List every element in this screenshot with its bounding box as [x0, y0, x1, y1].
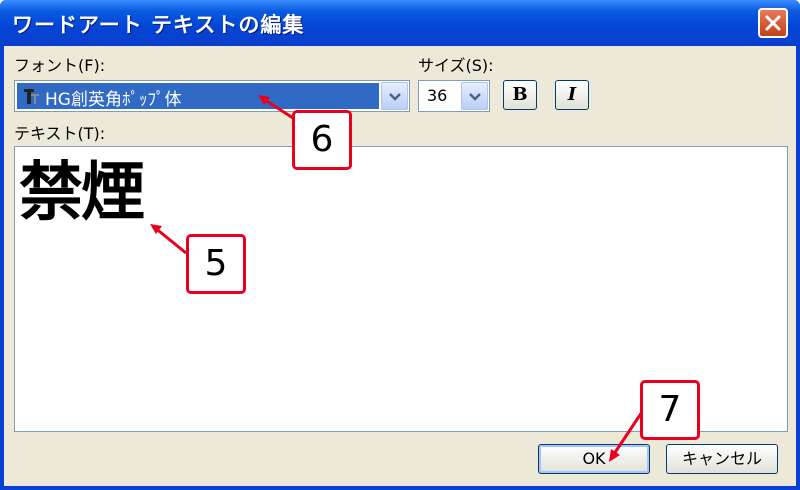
cancel-button[interactable]: キャンセル	[666, 444, 778, 474]
chevron-down-icon	[389, 93, 401, 101]
bold-button[interactable]: B	[503, 80, 537, 110]
font-label: フォント(F):	[14, 56, 106, 75]
callout-step-6: 6	[292, 110, 352, 170]
close-icon	[765, 15, 781, 31]
font-combobox[interactable]: HG創英角ﾎﾟｯﾌﾟ体	[14, 80, 410, 112]
truetype-font-icon	[24, 89, 39, 104]
callout-step-5: 5	[186, 234, 246, 294]
size-dropdown-button[interactable]	[461, 82, 488, 110]
size-label: サイズ(S):	[418, 56, 494, 75]
font-dropdown-button[interactable]	[381, 82, 408, 110]
size-selected-value: 36	[427, 86, 448, 105]
bold-label: B	[512, 84, 528, 105]
window-title: ワードアート テキストの編集	[12, 13, 305, 37]
italic-button[interactable]: I	[555, 80, 589, 110]
title-bar[interactable]: ワードアート テキストの編集	[0, 0, 800, 46]
font-selected-value: HG創英角ﾎﾟｯﾌﾟ体	[45, 90, 182, 110]
size-combobox[interactable]: 36	[418, 80, 490, 112]
font-selection-highlight: HG創英角ﾎﾟｯﾌﾟ体	[17, 83, 379, 110]
ok-button[interactable]: OK	[538, 444, 650, 474]
callout-step-7: 7	[640, 380, 700, 440]
italic-label: I	[567, 84, 577, 105]
text-content: 禁煙	[19, 156, 145, 230]
chevron-down-icon	[469, 93, 481, 101]
text-label: テキスト(T):	[14, 124, 106, 143]
close-button[interactable]	[758, 8, 788, 38]
